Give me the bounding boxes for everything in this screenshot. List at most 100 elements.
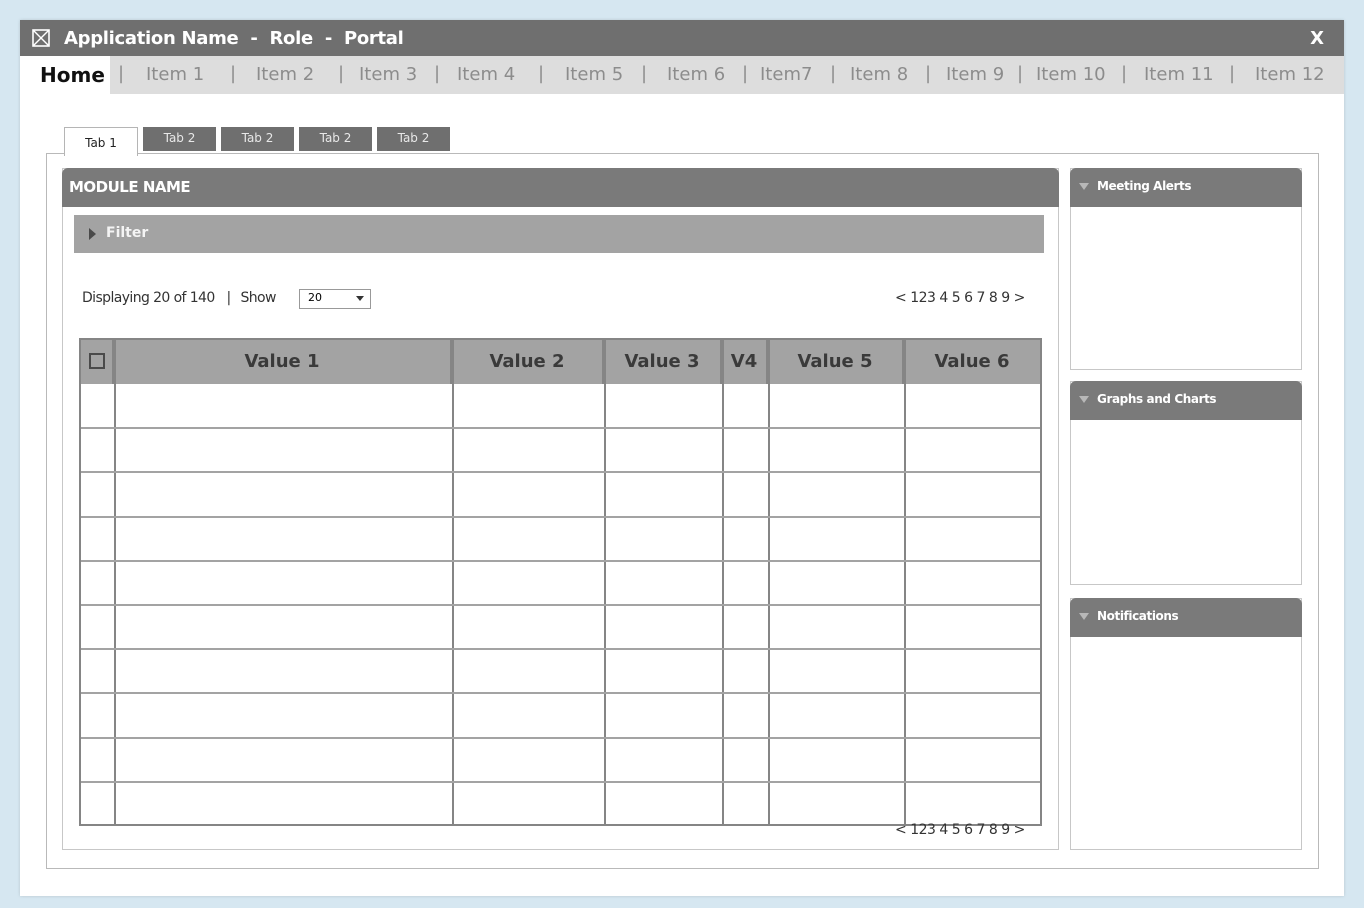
pager-top: < 123 4 5 6 7 8 9 > (895, 290, 1025, 306)
column-header-v4[interactable]: V4 (722, 340, 768, 384)
menu-item-home[interactable]: Home (20, 56, 110, 94)
pager-page-4[interactable]: 4 (939, 290, 948, 306)
select-all-cell (81, 340, 114, 384)
display-count: Displaying 20 of 140 (82, 290, 215, 306)
table-row[interactable] (81, 384, 1040, 428)
menu-separator: | (641, 63, 648, 84)
tab-3[interactable]: Tab 2 (221, 127, 294, 151)
notifications-header[interactable]: Notifications (1070, 598, 1302, 637)
menu-item-11[interactable]: Item 11 (1144, 64, 1214, 85)
data-table: Value 1 Value 2 Value 3 V4 Value 5 Value… (79, 338, 1042, 826)
pager-page-6[interactable]: 6 (964, 822, 973, 838)
notifications-widget: Notifications (1070, 598, 1302, 850)
table-row[interactable] (81, 738, 1040, 782)
table-row[interactable] (81, 605, 1040, 649)
table-header: Value 1 Value 2 Value 3 V4 Value 5 Value… (81, 340, 1040, 384)
menu-item-9[interactable]: Item 9 (946, 64, 1004, 85)
menu-separator: | (830, 63, 837, 84)
meeting-alerts-widget: Meeting Alerts (1070, 168, 1302, 370)
menu-separator: | (230, 63, 237, 84)
meeting-alerts-title: Meeting Alerts (1097, 179, 1192, 193)
menu-separator: | (925, 63, 932, 84)
pager-page-8[interactable]: 8 (989, 822, 998, 838)
tab-2[interactable]: Tab 2 (143, 127, 216, 151)
menu-item-6[interactable]: Item 6 (667, 64, 725, 85)
row-divider (81, 515, 1040, 518)
pager-page-5[interactable]: 5 (952, 290, 961, 306)
column-header-value-6[interactable]: Value 6 (904, 340, 1040, 384)
pager-next[interactable]: > (1014, 290, 1026, 306)
graphs-charts-header[interactable]: Graphs and Charts (1070, 381, 1302, 420)
title-sep: - (250, 28, 258, 49)
column-divider (768, 340, 770, 824)
column-header-value-2[interactable]: Value 2 (452, 340, 604, 384)
row-divider (81, 559, 1040, 562)
pager-page-9[interactable]: 9 (1001, 290, 1010, 306)
menu-item-10[interactable]: Item 10 (1036, 64, 1106, 85)
close-button[interactable]: X (1310, 28, 1324, 49)
pager-next[interactable]: > (1014, 822, 1026, 838)
collapse-arrow-icon (1079, 183, 1089, 190)
page-size-select[interactable]: 20 (299, 289, 371, 309)
display-separator: | (226, 290, 232, 306)
tab-4[interactable]: Tab 2 (299, 127, 372, 151)
menu-separator: | (742, 63, 749, 84)
pager-page-9[interactable]: 9 (1001, 822, 1010, 838)
table-row[interactable] (81, 472, 1040, 516)
menu-item-5[interactable]: Item 5 (565, 64, 623, 85)
pager-page-5[interactable]: 5 (952, 822, 961, 838)
collapse-arrow-icon (1079, 396, 1089, 403)
column-header-value-5[interactable]: Value 5 (768, 340, 904, 384)
menu-item-1[interactable]: Item 1 (146, 64, 204, 85)
column-header-value-3[interactable]: Value 3 (604, 340, 722, 384)
tab-1[interactable]: Tab 1 (64, 127, 138, 156)
pager-page-1[interactable]: 1 (910, 290, 919, 306)
app-window: Application Name - Role - Portal X Home … (20, 20, 1344, 896)
pager-page-3[interactable]: 3 (927, 822, 936, 838)
select-all-checkbox[interactable] (89, 353, 105, 369)
pager-page-1[interactable]: 1 (910, 822, 919, 838)
row-divider (81, 427, 1040, 430)
module-panel: MODULE NAME Filter Displaying 20 of 140 … (62, 168, 1059, 850)
app-name: Application Name (64, 28, 239, 49)
menu-item-7[interactable]: Item7 (760, 64, 812, 85)
expand-arrow-icon (89, 228, 96, 240)
table-row[interactable] (81, 649, 1040, 693)
pager-bottom: < 123 4 5 6 7 8 9 > (895, 822, 1025, 838)
column-divider (722, 340, 724, 824)
column-divider (114, 340, 116, 824)
column-header-value-1[interactable]: Value 1 (114, 340, 452, 384)
table-row[interactable] (81, 561, 1040, 605)
tab-5[interactable]: Tab 2 (377, 127, 450, 151)
pager-page-8[interactable]: 8 (989, 290, 998, 306)
graphs-charts-title: Graphs and Charts (1097, 392, 1217, 406)
row-divider (81, 780, 1040, 783)
pager-page-7[interactable]: 7 (977, 290, 986, 306)
display-info: Displaying 20 of 140 | Show (82, 290, 276, 306)
table-row[interactable] (81, 517, 1040, 561)
pager-prev[interactable]: < (895, 290, 907, 306)
pager-page-7[interactable]: 7 (977, 822, 986, 838)
menu-item-12[interactable]: Item 12 (1255, 64, 1325, 85)
menu-item-3[interactable]: Item 3 (359, 64, 417, 85)
pager-page-3[interactable]: 3 (927, 290, 936, 306)
menu-item-8[interactable]: Item 8 (850, 64, 908, 85)
filter-label: Filter (106, 225, 149, 241)
show-label: Show (240, 290, 276, 306)
filter-toggle[interactable]: Filter (74, 215, 1044, 253)
table-row[interactable] (81, 693, 1040, 737)
meeting-alerts-header[interactable]: Meeting Alerts (1070, 168, 1302, 207)
pager-page-2[interactable]: 2 (919, 822, 928, 838)
pager-page-4[interactable]: 4 (939, 822, 948, 838)
menu-item-4[interactable]: Item 4 (457, 64, 515, 85)
row-divider (81, 604, 1040, 606)
pager-page-2[interactable]: 2 (919, 290, 928, 306)
notifications-title: Notifications (1097, 609, 1179, 623)
pager-page-6[interactable]: 6 (964, 290, 973, 306)
column-divider (604, 340, 606, 824)
table-row[interactable] (81, 428, 1040, 472)
table-row[interactable] (81, 782, 1040, 826)
pager-prev[interactable]: < (895, 822, 907, 838)
menu-item-2[interactable]: Item 2 (256, 64, 314, 85)
menu-separator: | (1017, 63, 1024, 84)
